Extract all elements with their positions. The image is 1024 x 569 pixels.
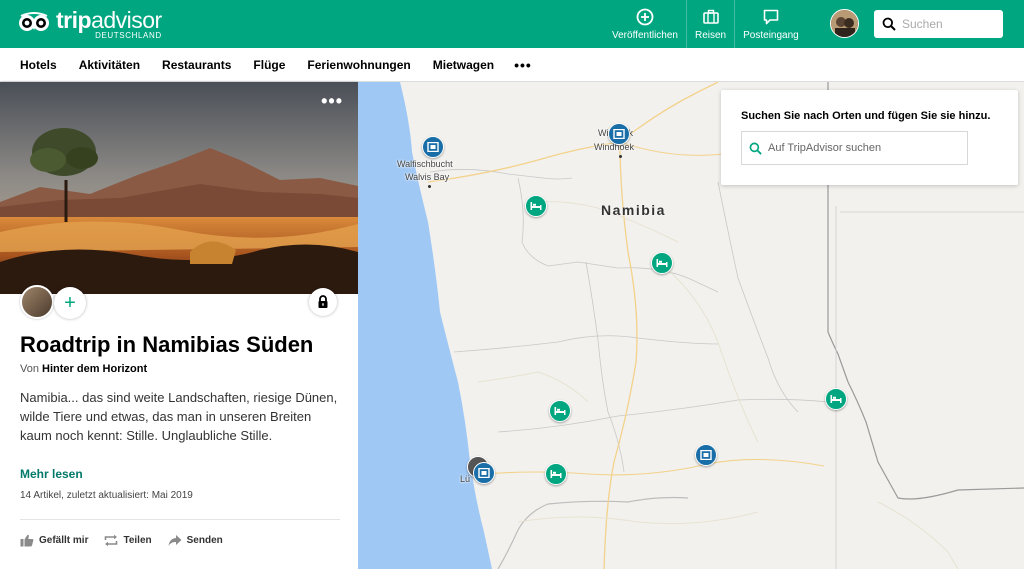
- suitcase-icon: [702, 9, 719, 24]
- trip-author-link[interactable]: Hinter dem Horizont: [42, 363, 147, 375]
- header-search-input[interactable]: [902, 17, 998, 31]
- send-label: Senden: [186, 535, 223, 546]
- like-button[interactable]: Gefällt mir: [20, 534, 88, 547]
- privacy-lock-button[interactable]: [309, 288, 337, 316]
- logo-trip-text: trip: [56, 7, 92, 33]
- attraction-marker[interactable]: [608, 123, 630, 145]
- trip-more-options-button[interactable]: •••: [321, 92, 343, 110]
- share-button[interactable]: Teilen: [104, 534, 152, 547]
- send-button[interactable]: Senden: [168, 534, 223, 547]
- message-icon: [763, 9, 779, 24]
- plus-circle-icon: [636, 8, 654, 25]
- nav-vacation-rentals[interactable]: Ferienwohnungen: [307, 58, 410, 72]
- bed-icon: [530, 202, 542, 210]
- trips-button[interactable]: Reisen: [687, 0, 736, 48]
- map-label-luderitz: Lü: [460, 474, 471, 484]
- byline-prefix: Von: [20, 363, 39, 375]
- like-label: Gefällt mir: [39, 535, 89, 546]
- city-dot: [619, 155, 622, 158]
- map-label-walvis-bay: Walvis Bay: [405, 172, 450, 182]
- attraction-marker[interactable]: [422, 136, 444, 158]
- user-avatar[interactable]: [830, 9, 859, 38]
- map-search-input[interactable]: [768, 142, 958, 154]
- hotel-marker[interactable]: [549, 400, 571, 422]
- read-more-link[interactable]: Mehr lesen: [20, 467, 83, 481]
- attraction-marker[interactable]: [695, 444, 717, 466]
- thumbs-up-icon: [20, 534, 34, 547]
- map-place-search-card: Suchen Sie nach Orten und fügen Sie sie …: [721, 90, 1018, 185]
- trip-actions: Gefällt mir Teilen Senden: [20, 534, 239, 547]
- map-label-namibia: Namibia: [601, 202, 666, 218]
- nav-restaurants[interactable]: Restaurants: [162, 58, 231, 72]
- attraction-marker[interactable]: [473, 462, 495, 484]
- bed-icon: [656, 259, 668, 267]
- header-search[interactable]: [874, 10, 1003, 38]
- add-collaborator-button[interactable]: +: [54, 287, 86, 319]
- city-dot: [428, 185, 431, 188]
- header-actions: Veröffentlichen Reisen Posteingang: [604, 0, 807, 48]
- nav-rental-cars[interactable]: Mietwagen: [433, 58, 494, 72]
- top-header: tripadvisor DEUTSCHLAND Veröffentlichen …: [0, 0, 1024, 48]
- tripadvisor-logo[interactable]: tripadvisor DEUTSCHLAND: [18, 7, 162, 40]
- trip-meta: 14 Artikel, zuletzt aktualisiert: Mai 20…: [20, 490, 193, 501]
- trip-cover-image: •••: [0, 82, 358, 294]
- trip-owner-avatar[interactable]: [20, 285, 54, 319]
- attraction-icon: [478, 468, 490, 478]
- nav-hotels[interactable]: Hotels: [20, 58, 57, 72]
- hotel-marker[interactable]: [825, 388, 847, 410]
- owl-logo-icon: [18, 12, 50, 32]
- map-label-walfischbucht: Walfischbucht: [397, 159, 453, 169]
- divider: [20, 519, 340, 520]
- inbox-button[interactable]: Posteingang: [735, 0, 807, 48]
- trips-label: Reisen: [694, 29, 727, 41]
- attraction-icon: [700, 450, 712, 460]
- nav-more-button[interactable]: •••: [514, 57, 532, 73]
- trip-map[interactable]: Walfischbucht Walvis Bay Windhuk Windhoe…: [358, 82, 1024, 569]
- bed-icon: [554, 407, 566, 415]
- attraction-icon: [613, 129, 625, 139]
- publish-button[interactable]: Veröffentlichen: [604, 0, 687, 48]
- bed-icon: [830, 395, 842, 403]
- publish-label: Veröffentlichen: [612, 29, 678, 41]
- trip-title: Roadtrip in Namibias Süden: [20, 332, 314, 357]
- hotel-marker[interactable]: [545, 463, 567, 485]
- search-icon: [749, 142, 762, 155]
- nav-flights[interactable]: Flüge: [253, 58, 285, 72]
- search-icon: [882, 17, 896, 31]
- nav-activities[interactable]: Aktivitäten: [79, 58, 140, 72]
- repost-icon: [105, 534, 118, 547]
- hotel-marker[interactable]: [651, 252, 673, 274]
- trip-panel: ••• + Roadtrip in Namibias Süden Von Hin…: [0, 82, 358, 569]
- hotel-marker[interactable]: [525, 195, 547, 217]
- share-label: Teilen: [123, 535, 152, 546]
- logo-advisor-text: advisor: [91, 7, 162, 33]
- map-search-field[interactable]: [741, 131, 968, 165]
- attraction-icon: [427, 142, 439, 152]
- inbox-label: Posteingang: [743, 29, 799, 41]
- trip-byline: Von Hinter dem Horizont: [20, 363, 147, 375]
- category-nav: Hotels Aktivitäten Restaurants Flüge Fer…: [0, 48, 1024, 82]
- bed-icon: [550, 470, 562, 478]
- trip-description: Namibia... das sind weite Landschaften, …: [20, 390, 338, 443]
- forward-arrow-icon: [168, 535, 182, 546]
- lock-icon: [318, 295, 328, 308]
- map-search-title: Suchen Sie nach Orten und fügen Sie sie …: [741, 110, 991, 122]
